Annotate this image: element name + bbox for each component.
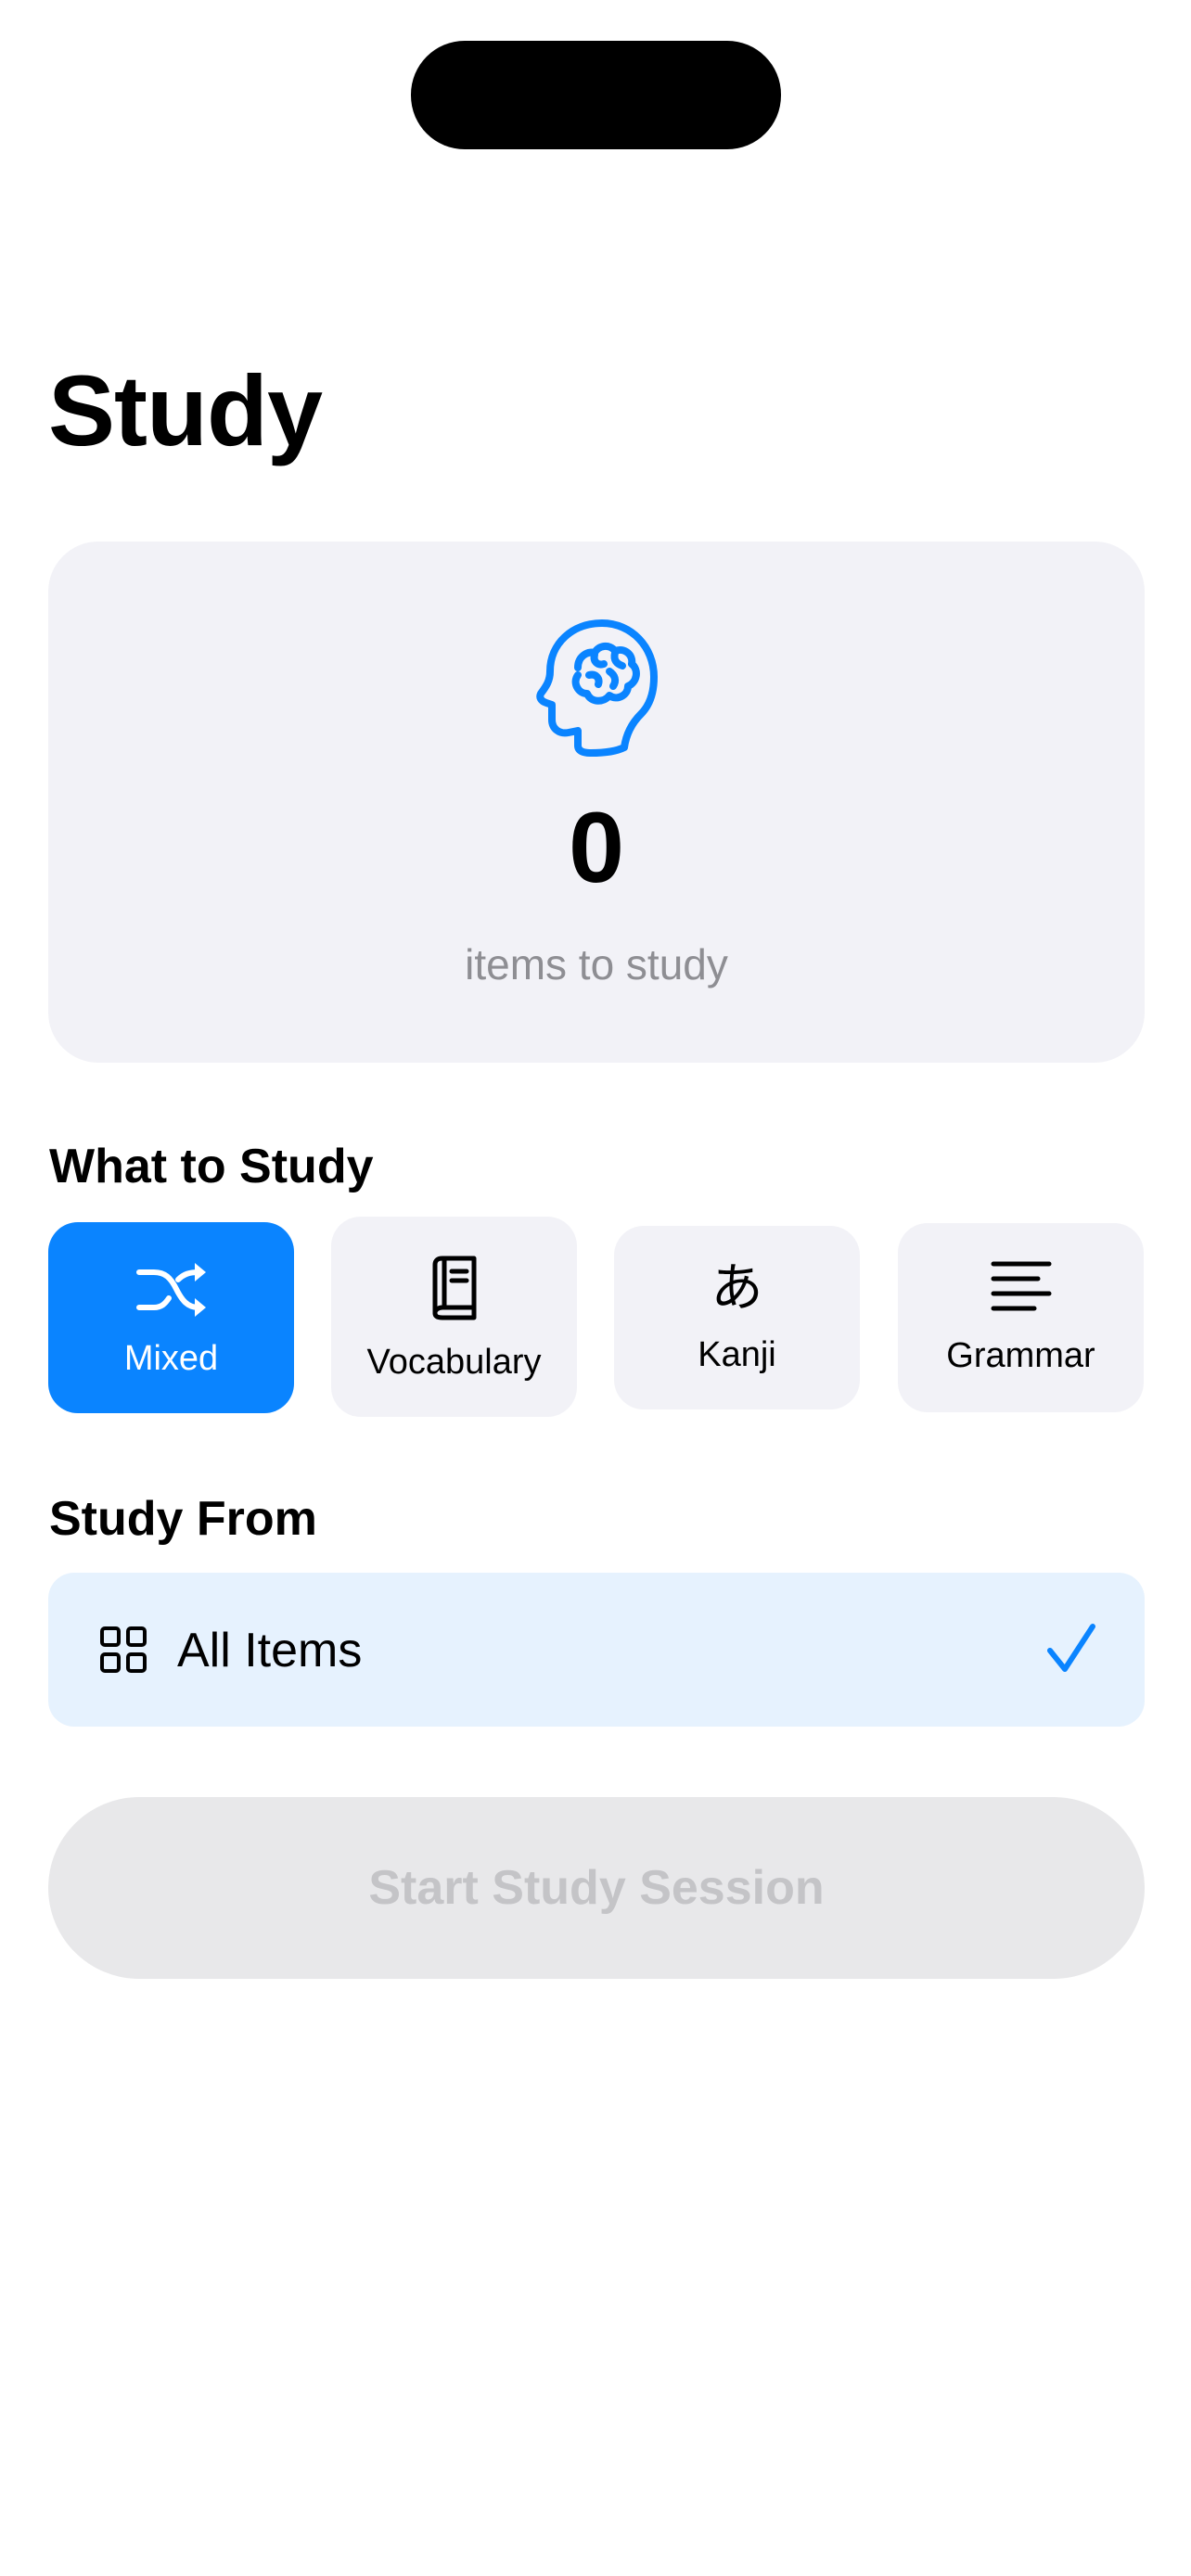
brain-head-icon [536, 619, 658, 757]
text-lines-icon [898, 1260, 1144, 1314]
dynamic-island [411, 41, 781, 149]
study-type-grammar-button[interactable]: Grammar [898, 1223, 1144, 1412]
study-type-mixed-button[interactable]: Mixed [48, 1222, 294, 1413]
all-items-label: All Items [177, 1624, 363, 1677]
start-study-session-button[interactable]: Start Study Session [48, 1797, 1145, 1979]
what-to-study-heading: What to Study [49, 1140, 374, 1193]
study-type-vocabulary-label: Vocabulary [366, 1343, 542, 1382]
study-from-heading: Study From [49, 1492, 317, 1546]
study-type-kanji-button[interactable]: あ Kanji [614, 1226, 860, 1409]
study-from-all-items-option[interactable]: All Items [48, 1573, 1145, 1727]
checkmark-icon [1047, 1624, 1095, 1672]
study-type-mixed-label: Mixed [123, 1339, 219, 1378]
grid-icon [100, 1626, 147, 1673]
study-type-grammar-label: Grammar [946, 1336, 1095, 1375]
items-count: 0 [568, 791, 625, 903]
hiragana-a-glyph: あ [711, 1258, 763, 1319]
book-icon [331, 1256, 577, 1320]
study-type-vocabulary-button[interactable]: Vocabulary [331, 1217, 577, 1417]
hiragana-a-icon: あ [614, 1259, 860, 1319]
study-type-kanji-label: Kanji [698, 1335, 776, 1374]
page-title: Study [48, 354, 323, 466]
shuffle-icon [48, 1261, 294, 1319]
study-summary-card: 0 items to study [48, 542, 1145, 1063]
items-count-label: items to study [465, 940, 728, 988]
